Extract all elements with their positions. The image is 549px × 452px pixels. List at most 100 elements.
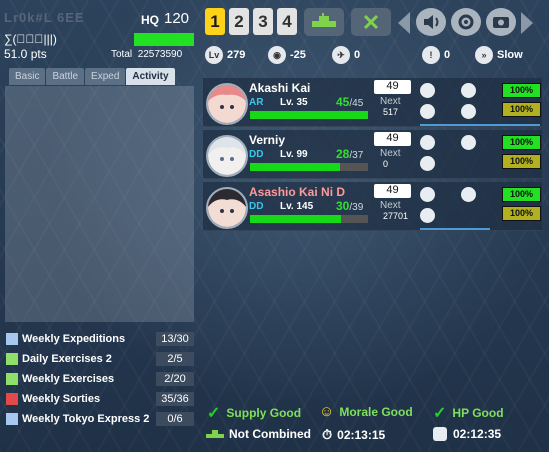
quest-progress: 0/6 bbox=[156, 412, 194, 426]
ammo-status: 100% bbox=[502, 206, 541, 221]
speed-icon: » bbox=[475, 46, 493, 64]
admiral-name: Lr0k#L 6EE bbox=[4, 10, 85, 25]
combined-fleet-button[interactable] bbox=[304, 8, 344, 36]
quest-item[interactable]: Weekly Tokyo Express 2 0/6 bbox=[6, 409, 194, 429]
tab-basic[interactable]: Basic bbox=[9, 68, 46, 85]
ship-morale: 49 bbox=[374, 80, 411, 94]
fleet-1-button[interactable]: 1 bbox=[205, 8, 225, 35]
quest-name: Weekly Expeditions bbox=[22, 333, 126, 345]
combined-status-text: Not Combined bbox=[229, 427, 311, 441]
speaker-icon bbox=[424, 15, 439, 29]
quest-progress: 35/36 bbox=[156, 392, 194, 406]
quest-item[interactable]: Weekly Sorties 35/36 bbox=[6, 389, 194, 409]
next-arrow-icon[interactable] bbox=[521, 12, 533, 34]
ship-card[interactable]: Asashio Kai Ni D DD Lv. 145 30/39 49 Nex… bbox=[203, 182, 542, 231]
next-exp-label: Next bbox=[380, 96, 401, 107]
ship-type: DD bbox=[249, 149, 264, 160]
equipment-slot-icon[interactable] bbox=[461, 104, 476, 119]
camera-icon bbox=[493, 17, 509, 28]
tab-exped[interactable]: Exped bbox=[85, 68, 126, 85]
morale-status: ☺ Morale Good bbox=[319, 403, 413, 420]
ship-card[interactable]: Verniy DD Lv. 99 28/37 49 Next 0 100% 10… bbox=[203, 130, 542, 179]
quest-item[interactable]: Weekly Expeditions 13/30 bbox=[6, 329, 194, 349]
ship-morale: 49 bbox=[374, 184, 411, 198]
level-icon: Lv bbox=[205, 46, 223, 64]
quest-name: Weekly Exercises bbox=[22, 373, 115, 385]
akashi-timer: 02:12:35 bbox=[433, 427, 501, 441]
equipment-slot-icon[interactable] bbox=[420, 156, 435, 171]
next-exp-value: 517 bbox=[383, 107, 399, 117]
activity-panel bbox=[5, 86, 194, 322]
fleet-2-button[interactable]: 2 bbox=[229, 8, 249, 35]
hq-label: HQ bbox=[141, 13, 159, 27]
tp-icon: ! bbox=[422, 46, 440, 64]
ship-type: AR bbox=[249, 97, 264, 108]
ship-icon bbox=[206, 430, 224, 438]
stat-tp: ! 0 bbox=[422, 46, 450, 64]
quest-color-box bbox=[6, 393, 18, 405]
equipment-slot-icon[interactable] bbox=[461, 187, 476, 202]
admiral-comment: ∑(ﾟ∇ﾟ|||) bbox=[4, 32, 57, 46]
hq-level: 120 bbox=[164, 10, 190, 27]
fleet-3-button[interactable]: 3 bbox=[253, 8, 273, 35]
tab-activity[interactable]: Activity bbox=[126, 68, 175, 85]
tab-battle[interactable]: Battle bbox=[46, 68, 85, 85]
stat-tp-value: 0 bbox=[444, 49, 451, 61]
ship-hp: 30/39 bbox=[336, 199, 363, 213]
ship-name: Akashi Kai bbox=[249, 81, 311, 95]
ship-portrait-icon bbox=[208, 137, 246, 175]
check-icon: ✓ bbox=[433, 405, 447, 422]
total-exp: Total 22573590 bbox=[111, 49, 182, 60]
stat-level-value: 279 bbox=[227, 49, 246, 61]
ship-type: DD bbox=[249, 201, 264, 212]
quest-progress: 2/5 bbox=[156, 352, 194, 366]
ship-card[interactable]: Akashi Kai AR Lv. 35 45/45 49 Next 517 1… bbox=[203, 78, 542, 127]
fleet-stats: Lv 279 ◉ -25 ✈ 0 ! 0 » Slow bbox=[205, 46, 545, 68]
left-panel: Lr0k#L 6EE HQ 120 ∑(ﾟ∇ﾟ|||) 51.0 pts Tot… bbox=[0, 0, 200, 452]
ship-hp-bar bbox=[250, 215, 368, 223]
equipment-slot-icon[interactable] bbox=[420, 208, 435, 223]
repair-icon bbox=[433, 427, 447, 441]
equipment-slot-icon[interactable] bbox=[420, 83, 435, 98]
ship-level: Lv. 145 bbox=[280, 201, 314, 212]
stat-level: Lv 279 bbox=[205, 46, 245, 64]
ship-hp: 45/45 bbox=[336, 95, 363, 109]
quest-name: Weekly Tokyo Express 2 bbox=[22, 413, 150, 425]
quest-item[interactable]: Weekly Exercises 2/20 bbox=[6, 369, 194, 389]
fuel-status: 100% bbox=[502, 83, 541, 98]
info-tabs: Basic Battle Exped Activity bbox=[9, 68, 176, 85]
supply-status: ✓ Supply Good bbox=[207, 403, 301, 423]
ship-hp-fill bbox=[250, 111, 368, 119]
screenshot-button[interactable] bbox=[486, 8, 516, 36]
equipment-slot-icon[interactable] bbox=[420, 187, 435, 202]
stat-speed-value: Slow bbox=[497, 49, 523, 61]
quest-item[interactable]: Daily Exercises 2 2/5 bbox=[6, 349, 194, 369]
quest-list: Weekly Expeditions 13/30 Daily Exercises… bbox=[6, 329, 194, 429]
morale-status-text: Morale Good bbox=[339, 404, 413, 419]
equipment-slot-icon[interactable] bbox=[420, 104, 435, 119]
fleet-4-button[interactable]: 4 bbox=[277, 8, 297, 35]
prev-arrow-icon[interactable] bbox=[398, 12, 410, 34]
ship-exp-bar bbox=[420, 124, 540, 126]
ship-hp-max: /37 bbox=[349, 150, 364, 161]
ship-icon bbox=[312, 13, 336, 27]
equipment-slot-icon[interactable] bbox=[461, 83, 476, 98]
quest-color-box bbox=[6, 333, 18, 345]
equipment-slot-icon[interactable] bbox=[420, 135, 435, 150]
hq-exp-bar bbox=[134, 33, 194, 46]
quest-name: Weekly Sorties bbox=[22, 393, 101, 405]
akashi-timer-text: 02:12:35 bbox=[453, 427, 502, 441]
ship-hp-max: /39 bbox=[349, 202, 364, 213]
aa-icon: ✈ bbox=[332, 46, 350, 64]
ship-name: Verniy bbox=[249, 133, 286, 147]
supply-status-text: Supply Good bbox=[226, 406, 302, 420]
quest-color-box bbox=[6, 353, 18, 365]
ammo-status: 100% bbox=[502, 102, 541, 117]
clock-icon: ⏱ bbox=[322, 427, 333, 442]
equipment-slot-icon[interactable] bbox=[461, 135, 476, 150]
settings-button[interactable] bbox=[451, 8, 481, 36]
repair-timer: ⏱ 02:13:15 bbox=[322, 427, 385, 443]
ship-hp-now: 28 bbox=[336, 147, 350, 161]
battle-button[interactable] bbox=[351, 8, 391, 36]
speaker-button[interactable] bbox=[416, 8, 446, 36]
